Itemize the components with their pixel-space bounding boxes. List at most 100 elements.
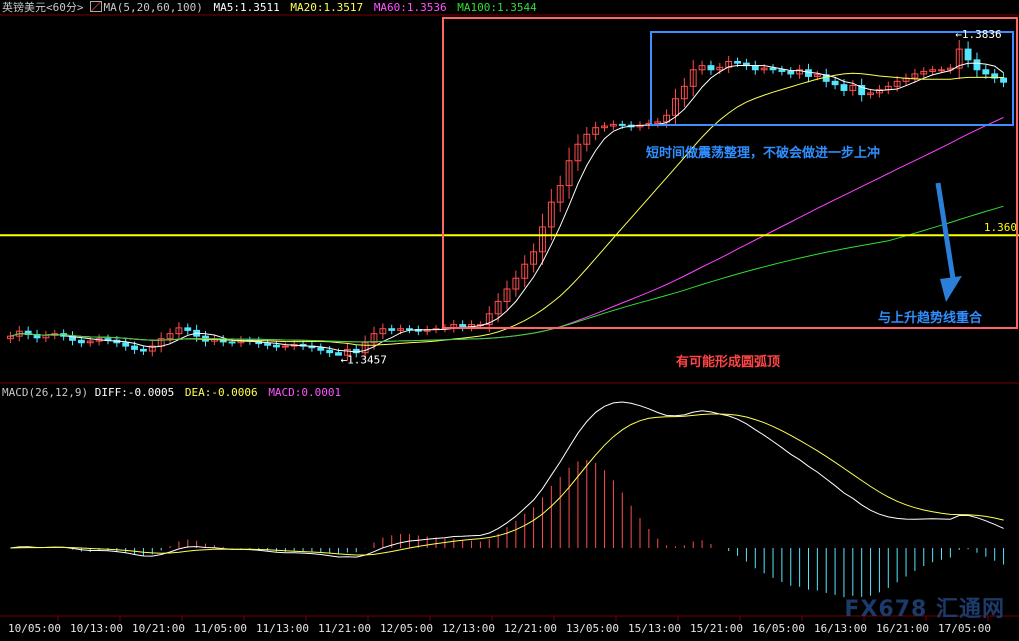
- candles-layer: [7, 39, 1008, 361]
- candle-body: [805, 69, 812, 77]
- annotations-layer: 1.360 ←1.3836 ←1.3457 短时间做震荡整理，不破会做进一步上冲与上升…: [0, 17, 1019, 370]
- time-tick-label: 16/05:00: [752, 622, 805, 635]
- time-tick-label: 11/21:00: [318, 622, 371, 635]
- candle-body: [77, 339, 85, 344]
- candle: [69, 331, 76, 346]
- dea-value: DEA:-0.0006: [184, 386, 258, 399]
- time-tick-label: 11/05:00: [194, 622, 247, 635]
- time-tick-label: 11/13:00: [256, 622, 309, 635]
- candle-body: [273, 344, 280, 348]
- candle: [574, 134, 582, 171]
- candle-body: [1000, 77, 1008, 83]
- ma100-line: [10, 205, 1004, 343]
- candle: [556, 175, 564, 213]
- top-pattern-box: [442, 17, 1018, 329]
- watermark-logo: FX678 汇通网: [844, 597, 1005, 622]
- candle: [751, 60, 759, 75]
- macd-params: MACD(26,12,9): [2, 386, 89, 399]
- candle: [503, 280, 511, 310]
- ma-legend-icon: [89, 1, 102, 12]
- candle: [822, 68, 830, 88]
- candle: [414, 325, 422, 336]
- candle-body: [122, 342, 130, 347]
- macd-panel: [10, 401, 1005, 598]
- candle: [592, 121, 600, 141]
- candle-body: [769, 67, 777, 71]
- price-chart: 1.360 ←1.3836 ←1.3457 短时间做震荡整理，不破会做进一步上冲与上升…: [0, 14, 1019, 635]
- candle: [867, 88, 874, 99]
- candle: [281, 342, 289, 351]
- candle: [884, 81, 892, 95]
- time-tick-label: 16/21:00: [876, 622, 929, 635]
- high-label: ←1.3836: [955, 28, 1001, 41]
- price-header: 英镑美元<60分> MA(5,20,60,100) MA5:1.3511 MA20…: [2, 1, 537, 15]
- macd-value: MACD:0.0001: [268, 386, 342, 399]
- time-tick-label: 17/05:00: [938, 622, 991, 635]
- candle-body: [131, 345, 139, 350]
- candle-body: [831, 80, 839, 86]
- candle-body: [264, 343, 272, 346]
- candle: [1000, 73, 1008, 88]
- time-tick-label: 10/05:00: [8, 622, 61, 635]
- candle: [601, 122, 608, 132]
- candle-body: [734, 61, 741, 64]
- candle: [716, 62, 724, 75]
- time-tick-label: 15/21:00: [690, 622, 743, 635]
- chart-frame: [0, 14, 1019, 617]
- candle: [468, 320, 475, 332]
- ma5-value: MA5:1.3511: [213, 1, 280, 14]
- ma-params: MA(5,20,60,100): [103, 1, 203, 14]
- candle-body: [406, 328, 413, 331]
- candle: [530, 243, 538, 273]
- trend-arrow-shaft: [935, 182, 957, 286]
- candle: [565, 147, 573, 199]
- candle: [140, 345, 147, 356]
- candle-body: [459, 324, 467, 328]
- candle: [654, 117, 662, 128]
- candle: [388, 324, 396, 335]
- candle: [521, 255, 529, 288]
- time-tick-label: 12/21:00: [504, 622, 557, 635]
- ma100-value: MA100:1.3544: [457, 1, 537, 14]
- candle: [104, 334, 112, 345]
- time-tick-label: 12/05:00: [380, 622, 433, 635]
- candle: [122, 338, 130, 351]
- candle: [982, 64, 990, 79]
- candle: [769, 64, 777, 74]
- candle-body: [707, 65, 715, 71]
- candle: [787, 67, 795, 79]
- candle: [707, 60, 715, 75]
- round-top-note: 有可能形成圆弧顶: [676, 354, 780, 370]
- macd-header: MACD(26,12,9) DIFF:-0.0005 DEA:-0.0006 M…: [2, 386, 341, 400]
- candle: [317, 343, 325, 355]
- level-label: 1.360: [984, 221, 1017, 234]
- candle: [157, 332, 165, 353]
- time-tick-label: 10/13:00: [70, 622, 123, 635]
- candle: [955, 39, 963, 80]
- candle: [512, 270, 520, 297]
- candle: [973, 52, 981, 78]
- candle-body: [973, 59, 981, 71]
- candle: [459, 320, 467, 332]
- candle: [609, 120, 617, 130]
- candle: [33, 329, 41, 343]
- diff-value: DIFF:-0.0005: [94, 386, 175, 399]
- candle-body: [751, 65, 759, 71]
- low-label: ←1.3457: [341, 354, 387, 367]
- candle-body: [228, 341, 236, 344]
- candle-body: [184, 327, 192, 331]
- symbol-title[interactable]: 英镑美元<60分>: [2, 1, 84, 14]
- candle: [805, 63, 812, 83]
- candle-body: [938, 69, 945, 72]
- candle: [778, 65, 786, 76]
- candle: [875, 84, 883, 98]
- time-tick-label: 13/05:00: [566, 622, 619, 635]
- candle: [547, 188, 555, 241]
- candle: [406, 325, 413, 334]
- time-tick-label: 10/21:00: [132, 622, 185, 635]
- candle: [689, 59, 697, 97]
- candle-body: [281, 345, 289, 348]
- candle: [672, 88, 679, 126]
- candle-body: [317, 347, 325, 351]
- time-tick-label: 16/13:00: [814, 622, 867, 635]
